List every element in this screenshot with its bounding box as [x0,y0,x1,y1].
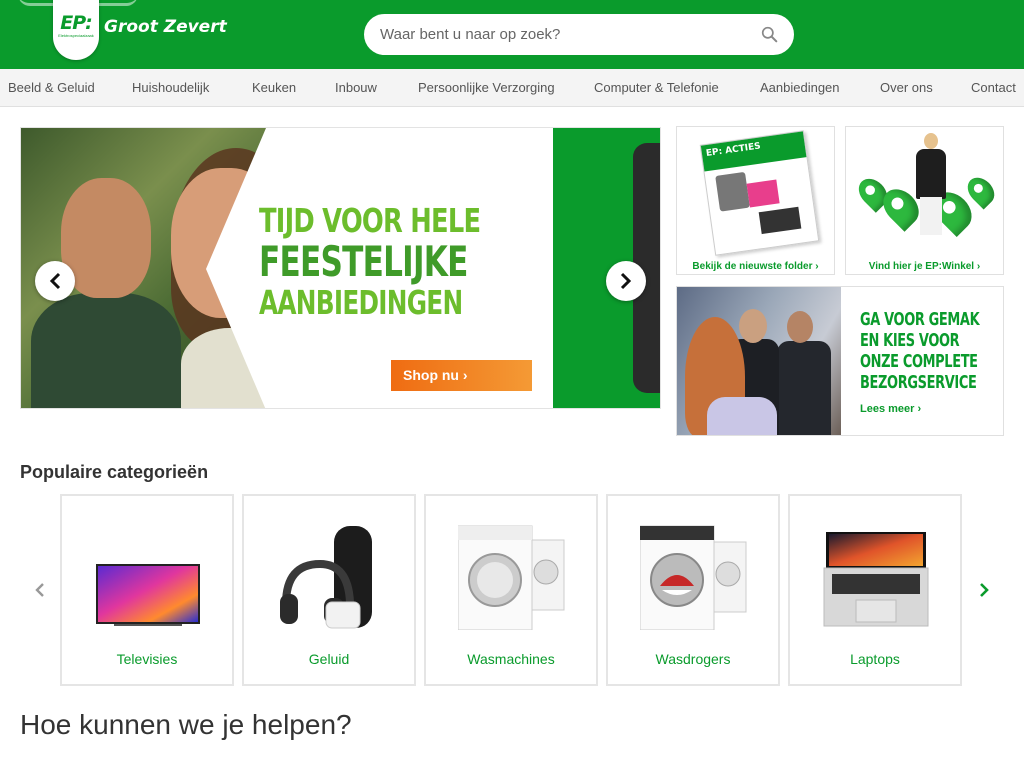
main-navigation: Beeld & Geluid Huishoudelijk Keuken Inbo… [0,69,1024,107]
folder-title: EP: ACTIES [700,131,807,172]
laptop-icon [823,532,929,627]
folder-image: EP: ACTIES [699,130,820,256]
hero-headline-line1: Tijd voor hele [259,201,481,240]
popular-categories-title: Populaire categorieën [20,462,209,482]
hero-prev-button[interactable] [35,261,75,301]
search-bar [364,14,794,55]
promo-store-locator[interactable]: Vind hier je EP:Winkel › [845,126,1004,275]
delivery-headline-line4: bezorgservice [860,372,977,393]
store-name[interactable]: Groot Zevert [104,17,227,37]
delivery-headline: Ga voor gemak en kies voor onze complete… [860,309,980,393]
ep-logo-text: EP: [60,12,93,34]
nav-item-computer-telefonie[interactable]: Computer & Telefonie [594,69,719,107]
promo-store-link[interactable]: Vind hier je EP:Winkel › [846,261,1003,272]
hero-headline-line2: Feestelijke [259,237,468,286]
category-label: Televisies [116,651,178,667]
chevron-right-icon [620,272,632,290]
employee-figure [916,133,946,235]
category-card-wasdrogers[interactable]: Wasdrogers [606,494,780,686]
category-card-laptops[interactable]: Laptops [788,494,962,686]
category-label: Geluid [308,651,350,667]
nav-item-inbouw[interactable]: Inbouw [335,69,377,107]
category-card-geluid[interactable]: Geluid [242,494,416,686]
categories-prev-button[interactable] [30,578,50,602]
delivery-headline-line3: onze complete [860,351,978,372]
promo-folder[interactable]: EP: ACTIES Bekijk de nieuwste folder › [676,126,835,275]
ep-logo[interactable]: EP: Elektrospeciaalzaak [53,0,99,60]
nav-item-huishoudelijk[interactable]: Huishoudelijk [132,69,209,107]
category-label: Wasdrogers [655,651,731,667]
categories-next-button[interactable] [974,578,994,602]
nav-item-beeld-geluid[interactable]: Beeld & Geluid [8,69,95,107]
ep-logo-subtext: Elektrospeciaalzaak [58,33,94,38]
site-header: EP: Elektrospeciaalzaak Groot Zevert [0,0,1024,69]
delivery-headline-line2: en kies voor [860,330,960,351]
headphones-speaker-icon [280,526,372,629]
chevron-right-icon [980,583,989,597]
search-input[interactable] [380,14,750,55]
dryer-icon [640,525,747,630]
hero-slider[interactable]: Tijd voor hele Feestelijke Aanbiedingen … [20,127,661,409]
chevron-left-icon [35,583,44,597]
nav-item-over-ons[interactable]: Over ons [880,69,933,107]
nav-item-keuken[interactable]: Keuken [252,69,296,107]
washing-machine-icon [458,525,565,630]
nav-item-aanbiedingen[interactable]: Aanbiedingen [760,69,840,107]
hero-next-slide-preview [553,128,660,408]
category-label: Wasmachines [467,651,555,667]
chevron-left-icon [49,272,61,290]
category-label: Laptops [850,651,900,667]
hero-next-button[interactable] [606,261,646,301]
delivery-headline-line1: Ga voor gemak [860,309,980,330]
nav-item-persoonlijke-verzorging[interactable]: Persoonlijke Verzorging [418,69,555,107]
hero-headline: Tijd voor hele Feestelijke Aanbiedingen [259,200,519,323]
promo-delivery-service[interactable]: Ga voor gemak en kies voor onze complete… [676,286,1004,436]
hero-headline-line3: Aanbiedingen [259,283,463,322]
promo-folder-link[interactable]: Bekijk de nieuwste folder › [677,261,834,272]
read-more-link[interactable]: Lees meer › [860,403,921,415]
shop-now-button[interactable]: Shop nu › [391,360,532,391]
category-card-televisies[interactable]: Televisies [60,494,234,686]
category-card-wasmachines[interactable]: Wasmachines [424,494,598,686]
help-section-title: Hoe kunnen we je helpen? [20,709,352,740]
search-icon[interactable] [761,26,778,43]
nav-item-contact[interactable]: Contact [971,69,1016,107]
television-icon [96,564,200,626]
delivery-photo [677,287,841,435]
